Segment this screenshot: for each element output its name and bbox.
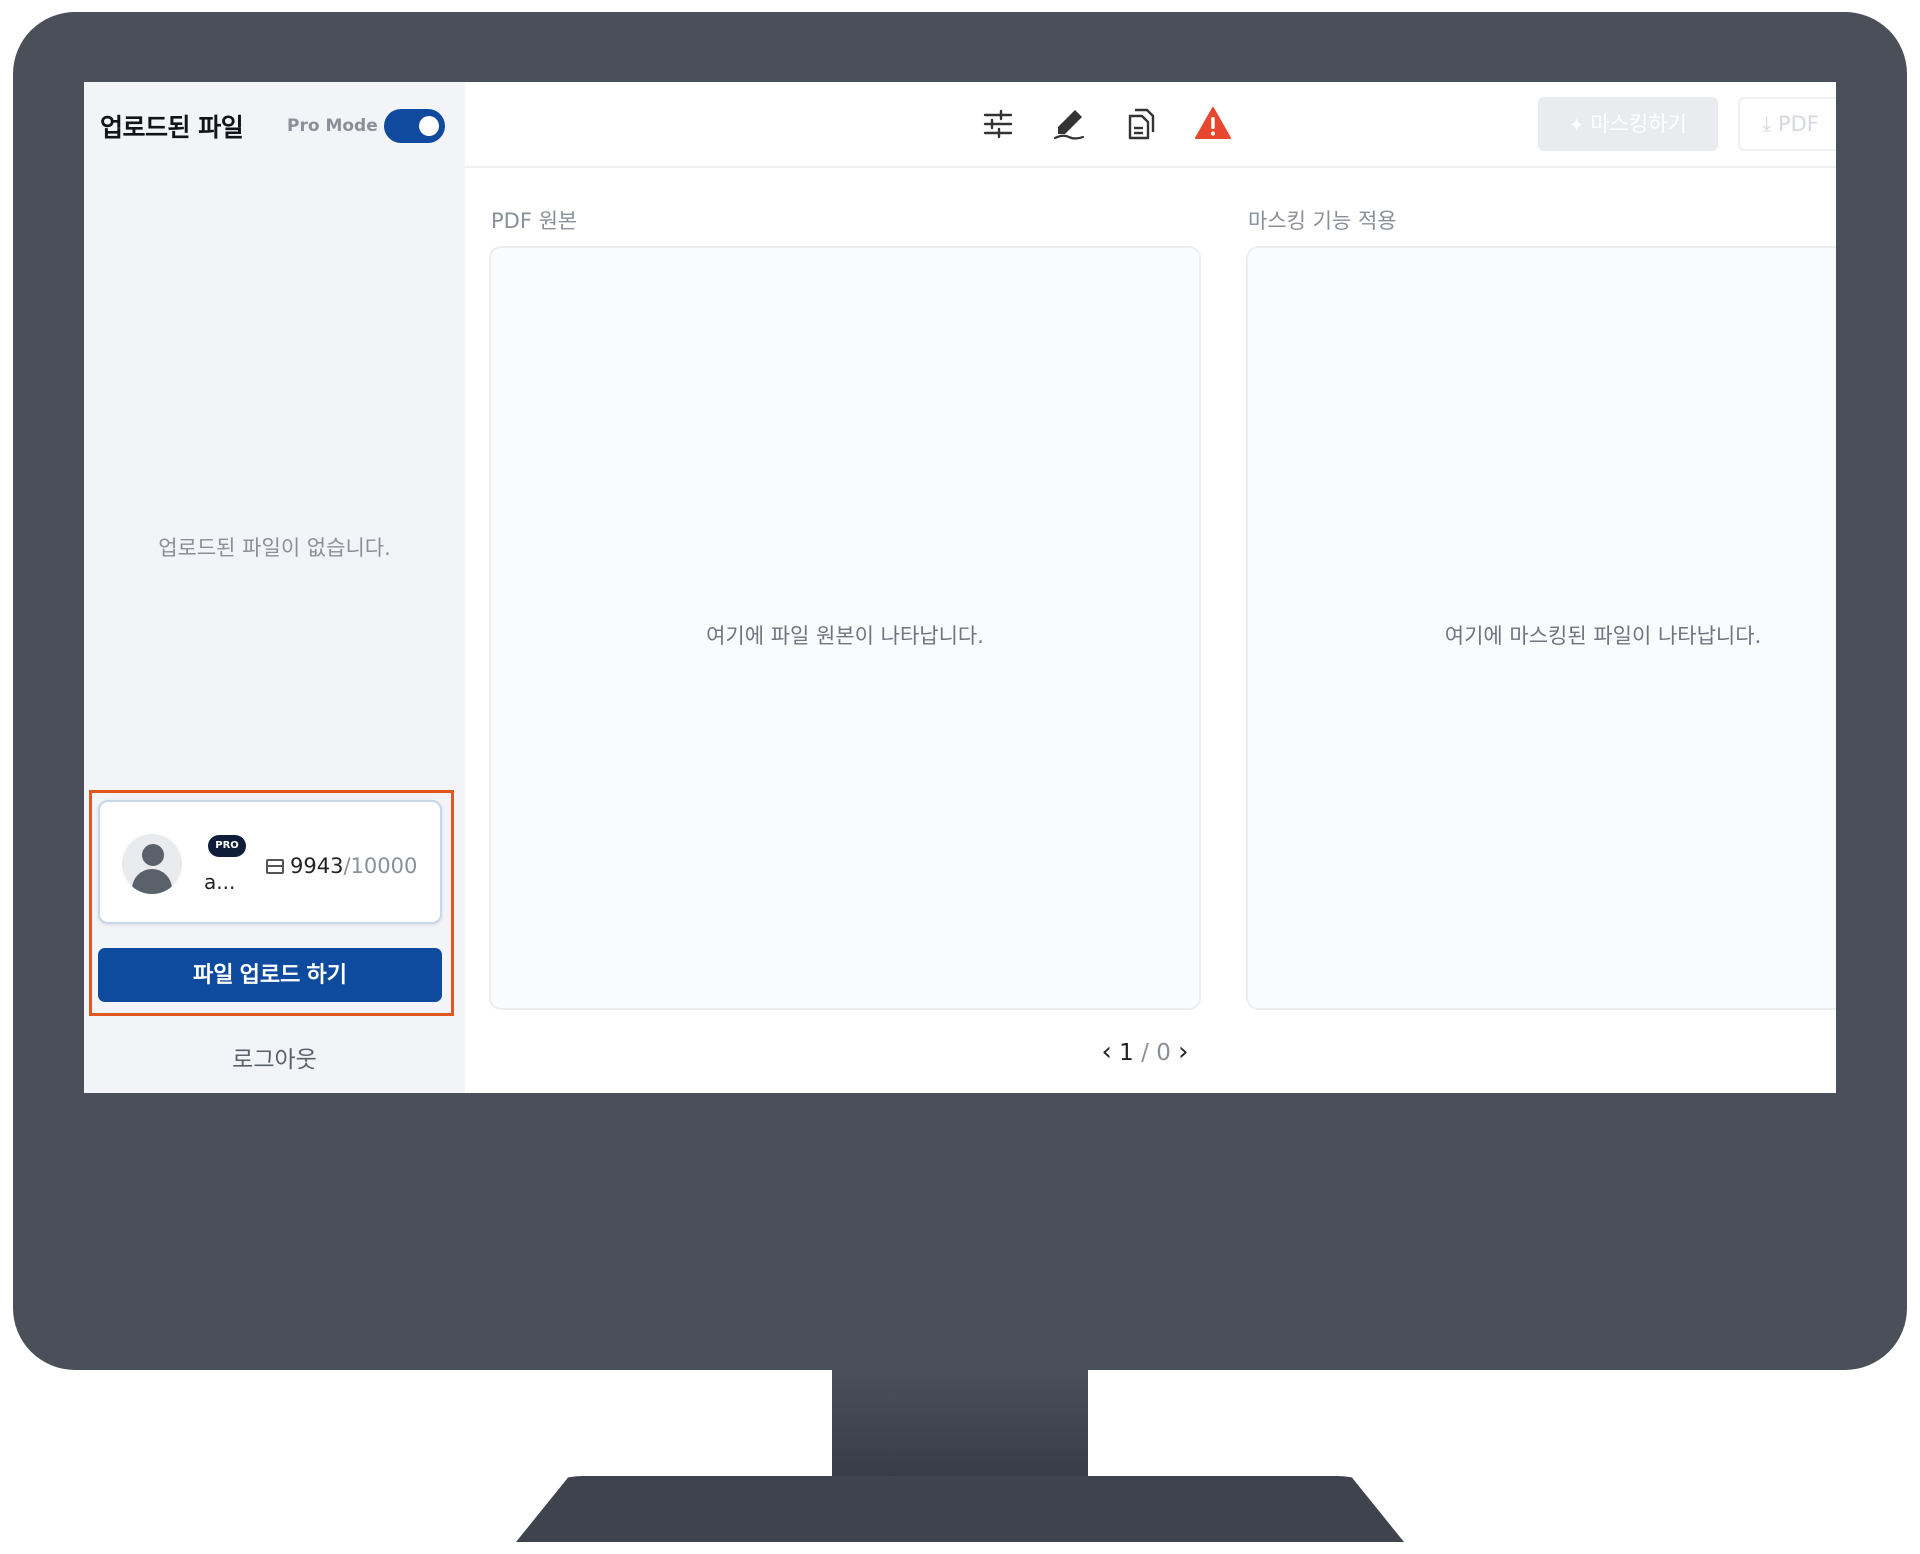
masked-placeholder: 여기에 마스킹된 파일이 나타납니다. bbox=[1444, 624, 1762, 648]
toggle-knob bbox=[419, 116, 439, 136]
prev-page-icon[interactable]: ‹ bbox=[1101, 1037, 1111, 1067]
masked-panel-label: 마스킹 기능 적용 bbox=[1248, 209, 1397, 233]
quota-display: 9943/10000 bbox=[266, 854, 417, 878]
avatar-head bbox=[142, 844, 164, 866]
download-icon: ⤓ bbox=[1762, 112, 1778, 136]
masked-pdf-panel: 여기에 마스킹된 파일이 나타납니다. bbox=[1246, 246, 1836, 1010]
monitor-stand-neck bbox=[832, 1368, 1088, 1480]
empty-files-message: 업로드된 파일이 없습니다. bbox=[158, 536, 391, 560]
pdf-button-label: PDF bbox=[1777, 112, 1819, 136]
quota-total: 10000 bbox=[350, 854, 418, 878]
avatar bbox=[122, 834, 182, 894]
pro-badge: PRO bbox=[208, 835, 246, 857]
user-card: PRO a... 9943/10000 bbox=[98, 800, 442, 924]
pagination: ‹ 1 / 0 › bbox=[1025, 1037, 1265, 1067]
sidebar: 업로드된 파일 Pro Mode 업로드된 파일이 없습니다. PRO a...… bbox=[84, 82, 465, 1093]
next-page-icon[interactable]: › bbox=[1178, 1037, 1188, 1067]
quota-separator: / bbox=[343, 854, 351, 878]
page-separator: / bbox=[1141, 1040, 1149, 1066]
original-placeholder: 여기에 파일 원본이 나타납니다. bbox=[706, 624, 984, 648]
sidebar-title: 업로드된 파일 bbox=[100, 113, 244, 142]
toolbar: ✦ 마스킹하기 ⤓ PDF bbox=[465, 82, 1836, 168]
pro-mode-toggle[interactable] bbox=[384, 109, 445, 143]
original-panel-label: PDF 원본 bbox=[491, 209, 578, 233]
current-page: 1 bbox=[1119, 1040, 1134, 1066]
pen-icon[interactable] bbox=[1049, 104, 1089, 144]
monitor-stand-base bbox=[516, 1476, 1404, 1542]
sliders-icon[interactable] bbox=[978, 104, 1018, 144]
documents-icon[interactable] bbox=[1121, 104, 1161, 144]
original-pdf-panel: 여기에 파일 원본이 나타납니다. bbox=[489, 246, 1201, 1010]
user-name: a... bbox=[204, 870, 236, 894]
logout-link[interactable]: 로그아웃 bbox=[84, 1040, 465, 1074]
masking-button[interactable]: ✦ 마스킹하기 bbox=[1538, 97, 1718, 151]
masking-button-label: 마스킹하기 bbox=[1590, 112, 1687, 136]
stage: 업로드된 파일 Pro Mode 업로드된 파일이 없습니다. PRO a...… bbox=[0, 0, 1920, 1554]
total-pages: 0 bbox=[1156, 1040, 1171, 1066]
pro-mode-label: Pro Mode bbox=[287, 116, 378, 136]
app-screen: 업로드된 파일 Pro Mode 업로드된 파일이 없습니다. PRO a...… bbox=[84, 82, 1836, 1093]
main-area: ✦ 마스킹하기 ⤓ PDF PDF 원본 마스킹 기능 적용 여기에 파일 원본이… bbox=[465, 82, 1836, 1093]
warning-icon[interactable] bbox=[1193, 104, 1233, 144]
upload-file-button[interactable]: 파일 업로드 하기 bbox=[98, 948, 442, 1002]
avatar-torso bbox=[132, 869, 172, 894]
credit-card-icon bbox=[266, 859, 284, 874]
magic-wand-icon: ✦ bbox=[1569, 115, 1585, 136]
quota-used: 9943 bbox=[290, 854, 344, 878]
pdf-download-button[interactable]: ⤓ PDF bbox=[1738, 97, 1836, 151]
